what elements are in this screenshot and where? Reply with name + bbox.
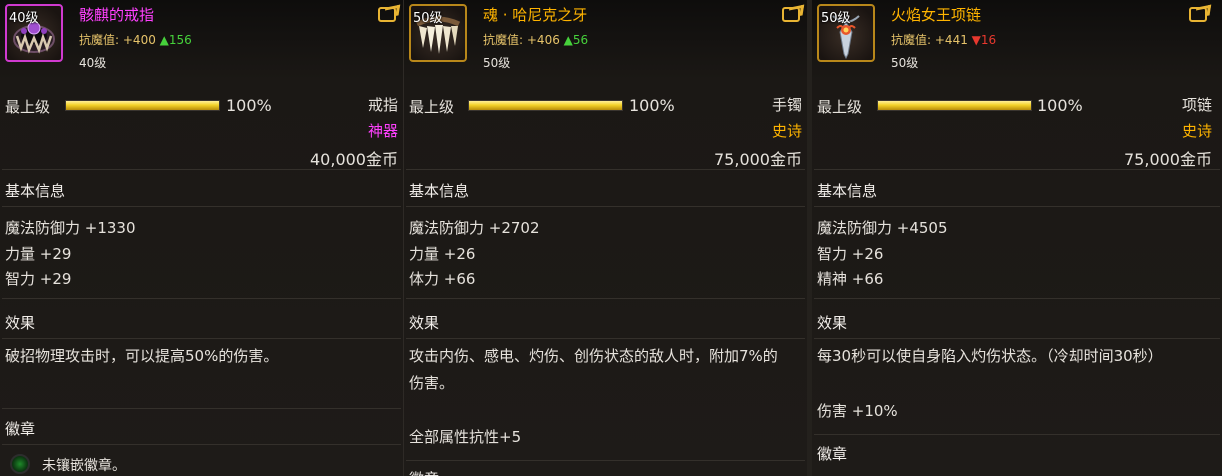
item-icon-frame: 50级 (817, 4, 875, 62)
grade-label: 最上级 (409, 98, 455, 116)
divider (2, 338, 401, 339)
basic-info-title: 基本信息 (409, 182, 470, 200)
grade-label: 最上级 (817, 98, 863, 116)
effect-extra: 伤害 +10% (817, 402, 898, 420)
item-tooltip-ring: 40级 骸麒的戒指 抗魔值: +400 ▲156 40级 最上级 100% 戒指… (0, 0, 403, 476)
share-icon[interactable] (782, 7, 800, 22)
item-name: 骸麒的戒指 (79, 6, 155, 24)
effect-title: 效果 (817, 314, 848, 332)
divider (406, 460, 805, 461)
item-name: 火焰女王项链 (891, 6, 982, 24)
effect-text: 攻击内伤、感电、灼伤、创伤状态的敌人时，附加7%的伤害。 (409, 347, 778, 392)
grade-bar-fill (66, 101, 219, 110)
effect-title: 效果 (5, 314, 36, 332)
grade-bar (877, 100, 1032, 111)
divider (2, 444, 401, 445)
item-tooltip-necklace: 50级 火焰女王项链 抗魔值: +441 ▼16 50级 最上级 100% 项链… (812, 0, 1222, 476)
attribute-line: 精神 +66 (817, 270, 884, 288)
rarity-label: 史诗 (1181, 122, 1212, 140)
share-icon[interactable] (378, 7, 396, 22)
basic-info-title: 基本信息 (5, 182, 66, 200)
divider (814, 298, 1220, 299)
item-tooltip-bracelet: 50级 魂 · 哈尼克之牙 抗魔值: +406 ▲56 50级 最上级 100%… (404, 0, 807, 476)
magic-resist-value: +441 (934, 33, 968, 47)
attribute-line: 力量 +26 (409, 245, 476, 263)
resist-delta: 56 (572, 33, 589, 47)
divider (814, 169, 1220, 170)
divider (2, 298, 401, 299)
required-level: 40级 (79, 56, 107, 70)
required-level: 50级 (891, 56, 919, 70)
grade-percent: 100% (629, 96, 675, 115)
attribute-line: 智力 +26 (817, 245, 884, 263)
grade-percent: 100% (1037, 96, 1083, 115)
effect-title: 效果 (409, 314, 440, 332)
grade-bar-fill (469, 101, 622, 110)
magic-resist-value: +400 (122, 33, 156, 47)
item-name: 魂 · 哈尼克之牙 (483, 6, 588, 24)
item-icon-frame: 50级 (409, 4, 467, 62)
resist-down-arrow-icon: ▼ (971, 33, 981, 47)
attribute-line: 魔法防御力 +4505 (817, 219, 948, 237)
rarity-label: 神器 (367, 122, 398, 140)
divider (2, 169, 401, 170)
slot-type: 项链 (1181, 96, 1212, 114)
magic-resist-line: 抗魔值: +400 ▲156 (79, 31, 192, 48)
divider (406, 169, 805, 170)
effect-text: 每30秒可以使自身陷入灼伤状态。（冷却时间30秒） (817, 347, 1163, 365)
emblem-slot-icon (10, 454, 30, 474)
divider (2, 206, 401, 207)
attribute-line: 体力 +66 (409, 270, 476, 288)
slot-type: 戒指 (367, 96, 398, 114)
rarity-label: 史诗 (771, 122, 802, 140)
item-level-tag: 40级 (9, 11, 39, 26)
item-level-tag: 50级 (413, 11, 443, 26)
grade-percent: 100% (226, 96, 272, 115)
magic-resist-label: 抗魔值: (79, 33, 120, 47)
divider (814, 434, 1220, 435)
slot-type: 手镯 (771, 96, 802, 114)
magic-resist-label: 抗魔值: (891, 33, 932, 47)
basic-info-title: 基本信息 (817, 182, 878, 200)
grade-bar (468, 100, 623, 111)
item-level-tag: 50级 (821, 11, 851, 26)
divider (406, 338, 805, 339)
magic-resist-line: 抗魔值: +441 ▼16 (891, 31, 996, 48)
resist-delta: 16 (980, 33, 997, 47)
emblem-text: 未镶嵌徽章。 (42, 458, 126, 474)
sell-price: 75,000金币 (1124, 150, 1212, 169)
grade-bar (65, 100, 220, 111)
magic-resist-label: 抗魔值: (483, 33, 524, 47)
attribute-line: 力量 +29 (5, 245, 72, 263)
attribute-line: 智力 +29 (5, 270, 72, 288)
item-icon-frame: 40级 (5, 4, 63, 62)
magic-resist-value: +406 (526, 33, 560, 47)
divider (2, 408, 401, 409)
attribute-line: 魔法防御力 +2702 (409, 219, 540, 237)
grade-label: 最上级 (5, 98, 51, 116)
grade-bar-fill (878, 101, 1031, 110)
emblem-title: 徽章 (409, 468, 439, 476)
divider (814, 338, 1220, 339)
divider (406, 298, 805, 299)
sell-price: 40,000金币 (310, 150, 398, 169)
resist-up-arrow-icon: ▲ (563, 33, 573, 47)
resist-delta: 156 (168, 33, 192, 47)
required-level: 50级 (483, 56, 511, 70)
sell-price: 75,000金币 (714, 150, 802, 169)
divider (406, 206, 805, 207)
share-icon[interactable] (1189, 7, 1207, 22)
effect-text: 破招物理攻击时，可以提高50%的伤害。 (5, 347, 279, 365)
emblem-title: 徽章 (5, 420, 36, 438)
divider (814, 206, 1220, 207)
magic-resist-line: 抗魔值: +406 ▲56 (483, 31, 588, 48)
effect-extra: 全部属性抗性+5 (409, 428, 522, 446)
attribute-line: 魔法防御力 +1330 (5, 219, 136, 237)
emblem-title: 徽章 (817, 445, 848, 463)
resist-up-arrow-icon: ▲ (159, 33, 169, 47)
